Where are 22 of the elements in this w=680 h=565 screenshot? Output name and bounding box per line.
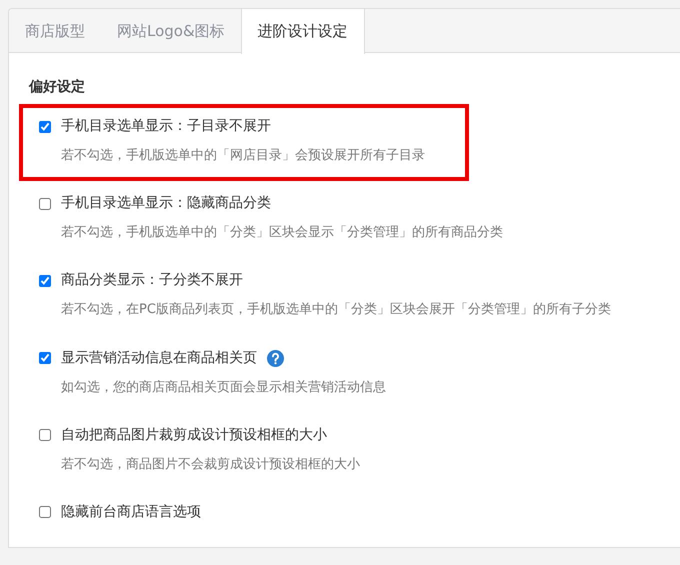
tab[interactable]: 商店版型 xyxy=(9,9,101,53)
option-label: 隐藏前台商店语言选项 xyxy=(61,502,201,522)
help-icon[interactable] xyxy=(267,350,284,367)
option-label: 自动把商品图片裁剪成设计预设相框的大小 xyxy=(61,426,327,445)
option-label: 商品分类显示：子分类不展开 xyxy=(61,271,243,290)
tab[interactable]: 网站Logo&图标 xyxy=(101,9,241,53)
checkbox[interactable] xyxy=(39,274,51,287)
option-label: 手机目录选单显示：子目录不展开 xyxy=(61,117,271,136)
option-label: 手机目录选单显示：隐藏商品分类 xyxy=(61,194,271,214)
section-title: 偏好设定 xyxy=(29,78,86,97)
tab[interactable]: 进阶设计设定 xyxy=(240,9,365,54)
option-description: 若不勾选，手机版选单中的「分类」区块会显示「分类管理」的所有商品分类 xyxy=(61,224,503,242)
option-description: 若不勾选，在PC版商品列表页，手机版选单中的「分类」区块会展开「分类管理」的所有子分类 xyxy=(61,301,611,320)
checkbox[interactable] xyxy=(39,120,51,132)
checkbox[interactable] xyxy=(39,506,51,518)
option-description: 若不勾选，商品图片不会裁剪成设计预设相框的大小 xyxy=(61,456,361,474)
checkbox[interactable] xyxy=(39,198,51,210)
checkbox[interactable] xyxy=(39,352,51,364)
option-description: 如勾选，您的商店商品相关页面会显示相关营销活动信息 xyxy=(61,378,387,397)
option-label: 显示营销活动信息在商品相关页 xyxy=(61,348,257,368)
checkbox[interactable] xyxy=(39,429,51,442)
option-description: 若不勾选，手机版选单中的「网店目录」会预设展开所有子目录 xyxy=(61,147,426,165)
